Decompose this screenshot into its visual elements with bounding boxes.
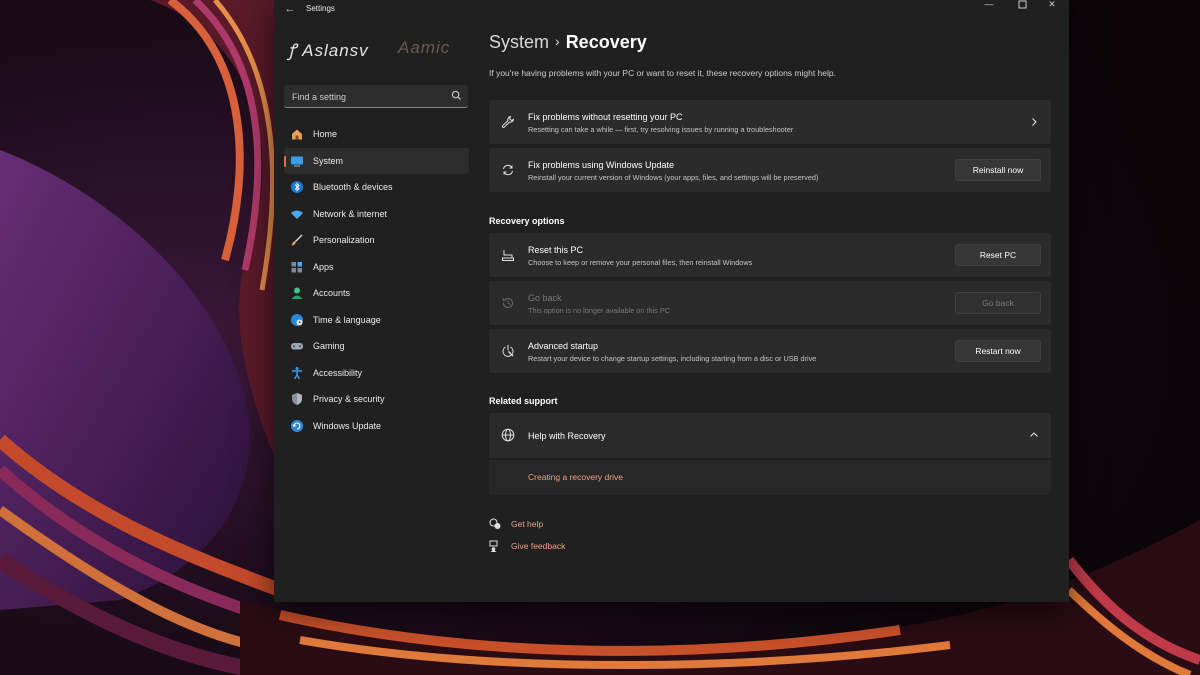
- sidebar-item-bluetooth[interactable]: Bluetooth & devices: [284, 174, 469, 201]
- reset-pc-button[interactable]: Reset PC: [955, 244, 1041, 266]
- globe-clock-icon: [291, 313, 303, 326]
- help-with-recovery-header[interactable]: Help with Recovery: [489, 413, 1051, 458]
- sidebar-item-home[interactable]: Home: [284, 121, 469, 148]
- sidebar-item-system[interactable]: System: [284, 147, 469, 174]
- get-help-icon: [489, 518, 501, 529]
- globe-icon: [501, 428, 515, 442]
- restart-now-button[interactable]: Restart now: [955, 340, 1041, 362]
- breadcrumb-separator: ›: [555, 33, 560, 49]
- card-title: Help with Recovery: [528, 431, 606, 441]
- creating-recovery-drive-link[interactable]: Creating a recovery drive: [528, 472, 623, 482]
- reset-pc-icon: [502, 250, 514, 261]
- sidebar-item-label: Time & language: [313, 314, 381, 325]
- shield-icon: [292, 393, 302, 405]
- sidebar-item-accounts[interactable]: Accounts: [284, 280, 469, 307]
- update-icon: [291, 419, 303, 432]
- sidebar-item-label: Accounts: [313, 288, 351, 298]
- sidebar-nav: Home System Bluetooth & devices Network …: [284, 121, 469, 439]
- card-title: Advanced startup: [528, 341, 599, 351]
- card-description: This option is no longer available on th…: [528, 306, 670, 315]
- recovery-options-heading: Recovery options: [489, 216, 565, 226]
- sidebar-item-label: Network & internet: [313, 208, 388, 219]
- reset-pc-card: Reset this PC Choose to keep or remove y…: [489, 233, 1051, 277]
- reinstall-now-button[interactable]: Reinstall now: [955, 159, 1041, 181]
- sidebar-item-label: Privacy & security: [313, 394, 385, 404]
- card-title: Reset this PC: [528, 245, 584, 255]
- sidebar-item-time-language[interactable]: Time & language: [284, 307, 469, 334]
- breadcrumb-parent[interactable]: System: [489, 32, 549, 52]
- user-name: ꝭ Aslansv: [288, 41, 369, 60]
- chevron-right-icon: [1032, 118, 1037, 126]
- brush-icon: [291, 234, 303, 246]
- sidebar-item-label: Home: [313, 129, 338, 139]
- card-title: Fix problems using Windows Update: [528, 160, 675, 170]
- card-description: Reinstall your current version of Window…: [528, 173, 819, 182]
- sidebar-item-windows-update[interactable]: Windows Update: [284, 413, 469, 440]
- sidebar-item-network[interactable]: Network & internet: [284, 201, 469, 228]
- sidebar-item-label: Windows Update: [313, 420, 382, 431]
- sidebar-item-label: Personalization: [313, 235, 375, 245]
- card-title: Go back: [528, 293, 562, 303]
- card-description: Choose to keep or remove your personal f…: [528, 258, 753, 267]
- sidebar-item-label: Bluetooth & devices: [313, 182, 393, 192]
- windows-update-fix-card: Fix problems using Windows Update Reinst…: [489, 148, 1051, 192]
- give-feedback-link[interactable]: Give feedback: [511, 541, 565, 551]
- page-intro: If you're having problems with your PC o…: [489, 68, 836, 78]
- history-icon: [502, 297, 513, 309]
- sidebar-item-label: Accessibility: [313, 367, 363, 378]
- get-help-link[interactable]: Get help: [511, 519, 543, 529]
- chevron-up-icon: [1030, 432, 1038, 437]
- card-title: Fix problems without resetting your PC: [528, 112, 683, 122]
- sidebar-item-accessibility[interactable]: Accessibility: [284, 360, 469, 387]
- sync-icon: [503, 164, 513, 176]
- settings-window: ← Settings — ✕ ꝭ Aslansv Aamic Home Syst: [274, 0, 1069, 602]
- related-support-heading: Related support: [489, 396, 558, 406]
- sidebar-item-apps[interactable]: Apps: [284, 254, 469, 281]
- accounts-icon: [291, 287, 303, 299]
- page-title: Recovery: [565, 32, 647, 52]
- back-button[interactable]: ←: [282, 2, 298, 16]
- card-description: Restart your device to change startup se…: [528, 354, 817, 363]
- user-profile[interactable]: ꝭ Aslansv Aamic: [288, 38, 468, 60]
- give-feedback-icon: [489, 540, 498, 552]
- card-description: Resetting can take a while — first, try …: [528, 125, 794, 134]
- sidebar-item-label: Gaming: [313, 341, 345, 351]
- accessibility-icon: [292, 366, 302, 379]
- apps-icon: [291, 261, 302, 272]
- window-title: Settings: [306, 4, 335, 13]
- sidebar-item-gaming[interactable]: Gaming: [284, 333, 469, 360]
- search-icon[interactable]: [451, 90, 462, 101]
- search-input[interactable]: [290, 88, 444, 106]
- sidebar-item-privacy-security[interactable]: Privacy & security: [284, 386, 469, 413]
- main-content: System › Recovery If you're having problem…: [489, 0, 1069, 602]
- sidebar-item-personalization[interactable]: Personalization: [284, 227, 469, 254]
- home-icon: [292, 129, 302, 140]
- troubleshoot-card[interactable]: Fix problems without resetting your PC R…: [489, 100, 1051, 144]
- advanced-startup-card: Advanced startup Restart your device to …: [489, 329, 1051, 373]
- search-box[interactable]: [284, 85, 468, 108]
- controller-icon: [291, 343, 303, 350]
- go-back-card: Go back This option is no longer availab…: [489, 281, 1051, 325]
- advanced-startup-icon: [502, 345, 514, 357]
- help-with-recovery-body: Creating a recovery drive: [489, 459, 1051, 495]
- wrench-icon: [501, 115, 515, 129]
- sidebar-item-label: System: [313, 155, 344, 166]
- bluetooth-icon: [291, 181, 303, 193]
- user-email: Aamic: [398, 38, 451, 57]
- system-icon: [291, 156, 303, 166]
- breadcrumb: System › Recovery: [489, 32, 647, 53]
- go-back-button[interactable]: Go back: [955, 292, 1041, 314]
- sidebar-item-label: Apps: [313, 261, 334, 272]
- wifi-icon: [291, 210, 303, 219]
